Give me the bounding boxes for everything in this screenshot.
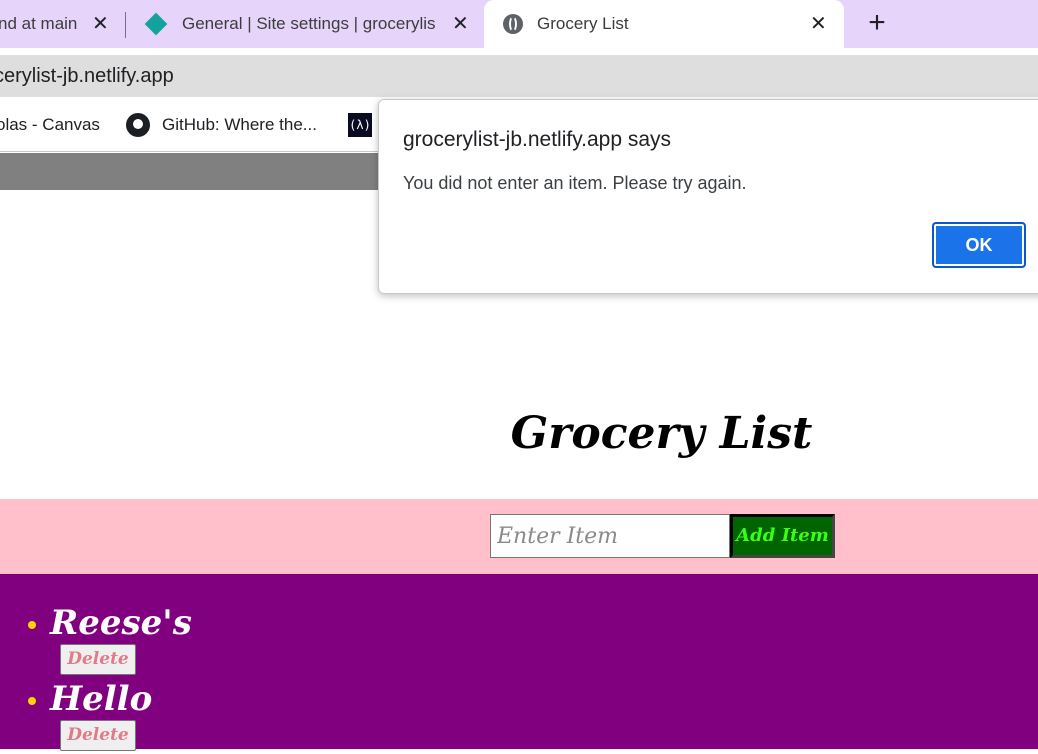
dialog-title: grocerylist-jb.netlify.app says (403, 128, 672, 151)
netlify-icon (144, 12, 168, 36)
close-icon[interactable]: ✕ (810, 12, 827, 36)
tab-title: nd at main (0, 14, 78, 33)
browser-toolbar: cerylist-jb.netlify.app (0, 48, 1038, 100)
bookmark-label: GitHub: Where the... (162, 115, 317, 134)
item-name: Reese's (50, 603, 192, 643)
bookmark-freecodecamp[interactable]: (λ) (348, 112, 372, 138)
github-icon (126, 113, 150, 137)
bullet-icon (28, 621, 36, 629)
browser-tab-strip: nd at main ✕ General | Site settings | g… (0, 0, 1038, 48)
address-bar[interactable]: cerylist-jb.netlify.app (0, 55, 1038, 97)
delete-button[interactable]: Delete (60, 644, 136, 675)
bookmark-github[interactable]: GitHub: Where the... (126, 112, 317, 138)
alert-dialog: grocerylist-jb.netlify.app says You did … (378, 99, 1038, 294)
bookmark-canvas[interactable]: olas - Canvas (0, 112, 100, 138)
grocery-list: Reese's Delete Hello Delete (0, 574, 1038, 751)
item-name: Hello (50, 679, 153, 719)
freecodecamp-icon: (λ) (348, 113, 372, 137)
delete-button[interactable]: Delete (60, 720, 136, 751)
tab-grocery-list[interactable]: Grocery List ✕ (484, 0, 844, 48)
close-icon[interactable]: ✕ (452, 12, 469, 36)
new-tab-button[interactable]: + (862, 8, 892, 40)
close-icon[interactable]: ✕ (92, 12, 109, 36)
dialog-message: You did not enter an item. Please try ag… (403, 173, 747, 193)
tab-github[interactable]: nd at main ✕ (0, 0, 122, 48)
tab-site-settings[interactable]: General | Site settings | grocerylis ✕ (126, 0, 482, 48)
bullet-icon (28, 697, 36, 705)
globe-icon (503, 14, 523, 34)
page-title: Grocery List (510, 408, 813, 459)
bookmark-label: olas - Canvas (0, 115, 100, 134)
item-input[interactable] (490, 514, 730, 558)
ok-button[interactable]: OK (932, 222, 1026, 268)
tab-title: General | Site settings | grocerylis (182, 14, 436, 33)
address-text: cerylist-jb.netlify.app (0, 64, 174, 87)
tab-title: Grocery List (537, 14, 629, 33)
add-item-form: Add Item (0, 499, 1038, 574)
add-item-button[interactable]: Add Item (730, 514, 835, 558)
